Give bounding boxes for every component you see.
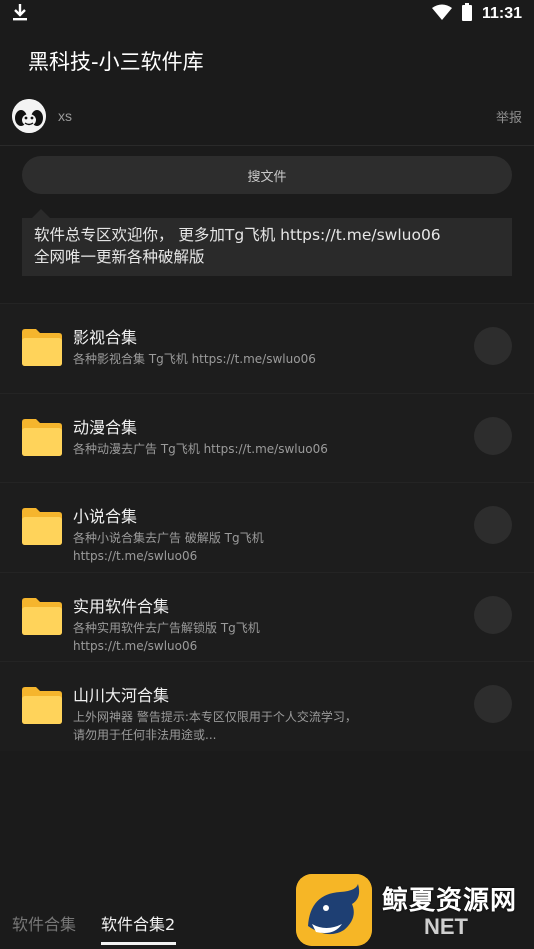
status-time: 11:31 <box>481 5 522 22</box>
author-row: xs 举报 <box>0 96 534 136</box>
item-description: 各种小说合集去广告 破解版 Tg飞机 https://t.me/swluo06 <box>73 531 264 563</box>
announcement-line-2: 全网唯一更新各种破解版 <box>34 248 205 266</box>
author-name[interactable]: xs <box>58 108 72 124</box>
status-bar: 11:31 <box>0 0 534 28</box>
tab-active-indicator <box>101 942 176 945</box>
item-action-button[interactable] <box>474 595 512 634</box>
watermark: 鲸夏资源网 NET <box>296 874 530 946</box>
wifi-icon <box>431 4 452 24</box>
announcement-bubble: 软件总专区欢迎你， 更多加Tg飞机 https://t.me/swluo06 全… <box>22 209 512 276</box>
watermark-text: 鲸夏资源网 <box>382 886 518 916</box>
item-action-button[interactable] <box>474 685 512 723</box>
whale-logo-icon <box>296 874 372 946</box>
item-title: 影视合集 <box>73 328 138 347</box>
report-link[interactable]: 举报 <box>496 107 522 126</box>
folder-icon <box>22 684 62 724</box>
item-title: 小说合集 <box>73 507 138 526</box>
tab-software-collection[interactable]: 软件合集 <box>12 911 76 935</box>
item-description: 各种影视合集 Tg飞机 https://t.me/swluo06 <box>73 352 316 366</box>
tab-software-collection-2[interactable]: 软件合集2 <box>101 911 175 935</box>
download-icon <box>12 3 28 26</box>
watermark-sub: NET <box>424 914 468 939</box>
item-description: 上外网神器 警告提示:本专区仅限用于个人交流学习，请勿用于任何非法用途或... <box>73 710 357 742</box>
item-title: 实用软件合集 <box>73 596 170 616</box>
announcement-line-1: 软件总专区欢迎你， 更多加Tg飞机 https://t.me/swluo06 <box>34 226 441 244</box>
item-description: 各种实用软件去广告解锁版 Tg飞机 https://t.me/swluo06 <box>73 620 260 653</box>
folder-list: 影视合集 各种影视合集 Tg飞机 https://t.me/swluo06 动漫… <box>0 303 534 751</box>
folder-icon <box>22 326 62 366</box>
battery-icon <box>461 3 472 25</box>
item-action-button[interactable] <box>474 506 512 544</box>
list-item[interactable]: 实用软件合集 各种实用软件去广告解锁版 Tg飞机 https://t.me/sw… <box>0 571 534 661</box>
list-item[interactable]: 动漫合集 各种动漫去广告 Tg飞机 https://t.me/swluo06 <box>0 392 534 482</box>
folder-icon <box>22 505 62 545</box>
list-item[interactable]: 影视合集 各种影视合集 Tg飞机 https://t.me/swluo06 <box>0 303 534 393</box>
folder-icon <box>22 416 62 456</box>
list-item[interactable]: 山川大河合集 上外网神器 警告提示:本专区仅限用于个人交流学习，请勿用于任何非法… <box>0 661 534 751</box>
folder-icon <box>22 595 62 635</box>
item-action-button[interactable] <box>474 327 512 365</box>
item-title: 动漫合集 <box>73 417 138 437</box>
avatar[interactable] <box>12 99 46 133</box>
search-button[interactable]: 搜文件 <box>22 156 512 194</box>
divider <box>0 145 534 146</box>
item-description: 各种动漫去广告 Tg飞机 https://t.me/swluo06 <box>73 441 328 456</box>
item-title: 山川大河合集 <box>73 686 170 705</box>
item-action-button[interactable] <box>474 416 512 455</box>
list-item[interactable]: 小说合集 各种小说合集去广告 破解版 Tg飞机 https://t.me/swl… <box>0 482 534 572</box>
page-title: 黑科技-小三软件库 <box>28 50 204 74</box>
